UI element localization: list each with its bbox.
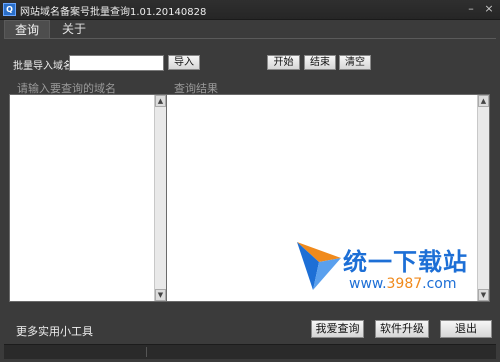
clear-button[interactable]: 清空 xyxy=(339,55,371,70)
watermark-url-number: 3987 xyxy=(386,276,423,292)
start-button[interactable]: 开始 xyxy=(267,55,300,70)
app-window: Q 网站域名备案号批量查询1.01.20140828 – × 查询 关于 批量导… xyxy=(0,0,500,362)
watermark-url: www.3987.com xyxy=(349,276,457,292)
window-title: 网站域名备案号批量查询1.01.20140828 xyxy=(20,7,207,18)
tab-about[interactable]: 关于 xyxy=(54,20,94,38)
tab-query[interactable]: 查询 xyxy=(4,20,50,38)
import-path-input[interactable] xyxy=(69,55,164,71)
title-bar: Q 网站域名备案号批量查询1.01.20140828 – × xyxy=(0,0,500,20)
more-tools-link[interactable]: 更多实用小工具 xyxy=(16,323,93,339)
close-button[interactable]: × xyxy=(482,2,496,16)
minimize-button[interactable]: – xyxy=(464,2,478,16)
watermark-site-name: 统一下载站 xyxy=(343,248,468,276)
watermark-url-prefix: www. xyxy=(349,276,387,292)
scroll-up-arrow-icon[interactable]: ▲ xyxy=(478,95,489,107)
domain-input-scrollbar[interactable]: ▲ ▼ xyxy=(154,95,166,301)
import-domains-label: 批量导入域名 xyxy=(13,61,73,72)
watermark-bird-icon xyxy=(297,242,341,290)
status-bar xyxy=(4,344,496,359)
tab-divider xyxy=(4,38,496,39)
status-separator xyxy=(146,347,147,357)
watermark-logo: 统一下载站 www.3987.com xyxy=(293,236,483,296)
exit-button[interactable]: 退出 xyxy=(440,320,492,338)
watermark-url-suffix: .com xyxy=(422,276,457,292)
scroll-up-arrow-icon[interactable]: ▲ xyxy=(155,95,166,107)
software-upgrade-button[interactable]: 软件升级 xyxy=(375,320,429,338)
domain-input-textarea[interactable]: ▲ ▼ xyxy=(9,94,167,302)
import-button[interactable]: 导入 xyxy=(168,55,200,70)
stop-button[interactable]: 结束 xyxy=(304,55,336,70)
i-love-query-button[interactable]: 我爱查询 xyxy=(311,320,364,338)
scroll-down-arrow-icon[interactable]: ▼ xyxy=(155,289,166,301)
app-icon: Q xyxy=(3,3,16,16)
